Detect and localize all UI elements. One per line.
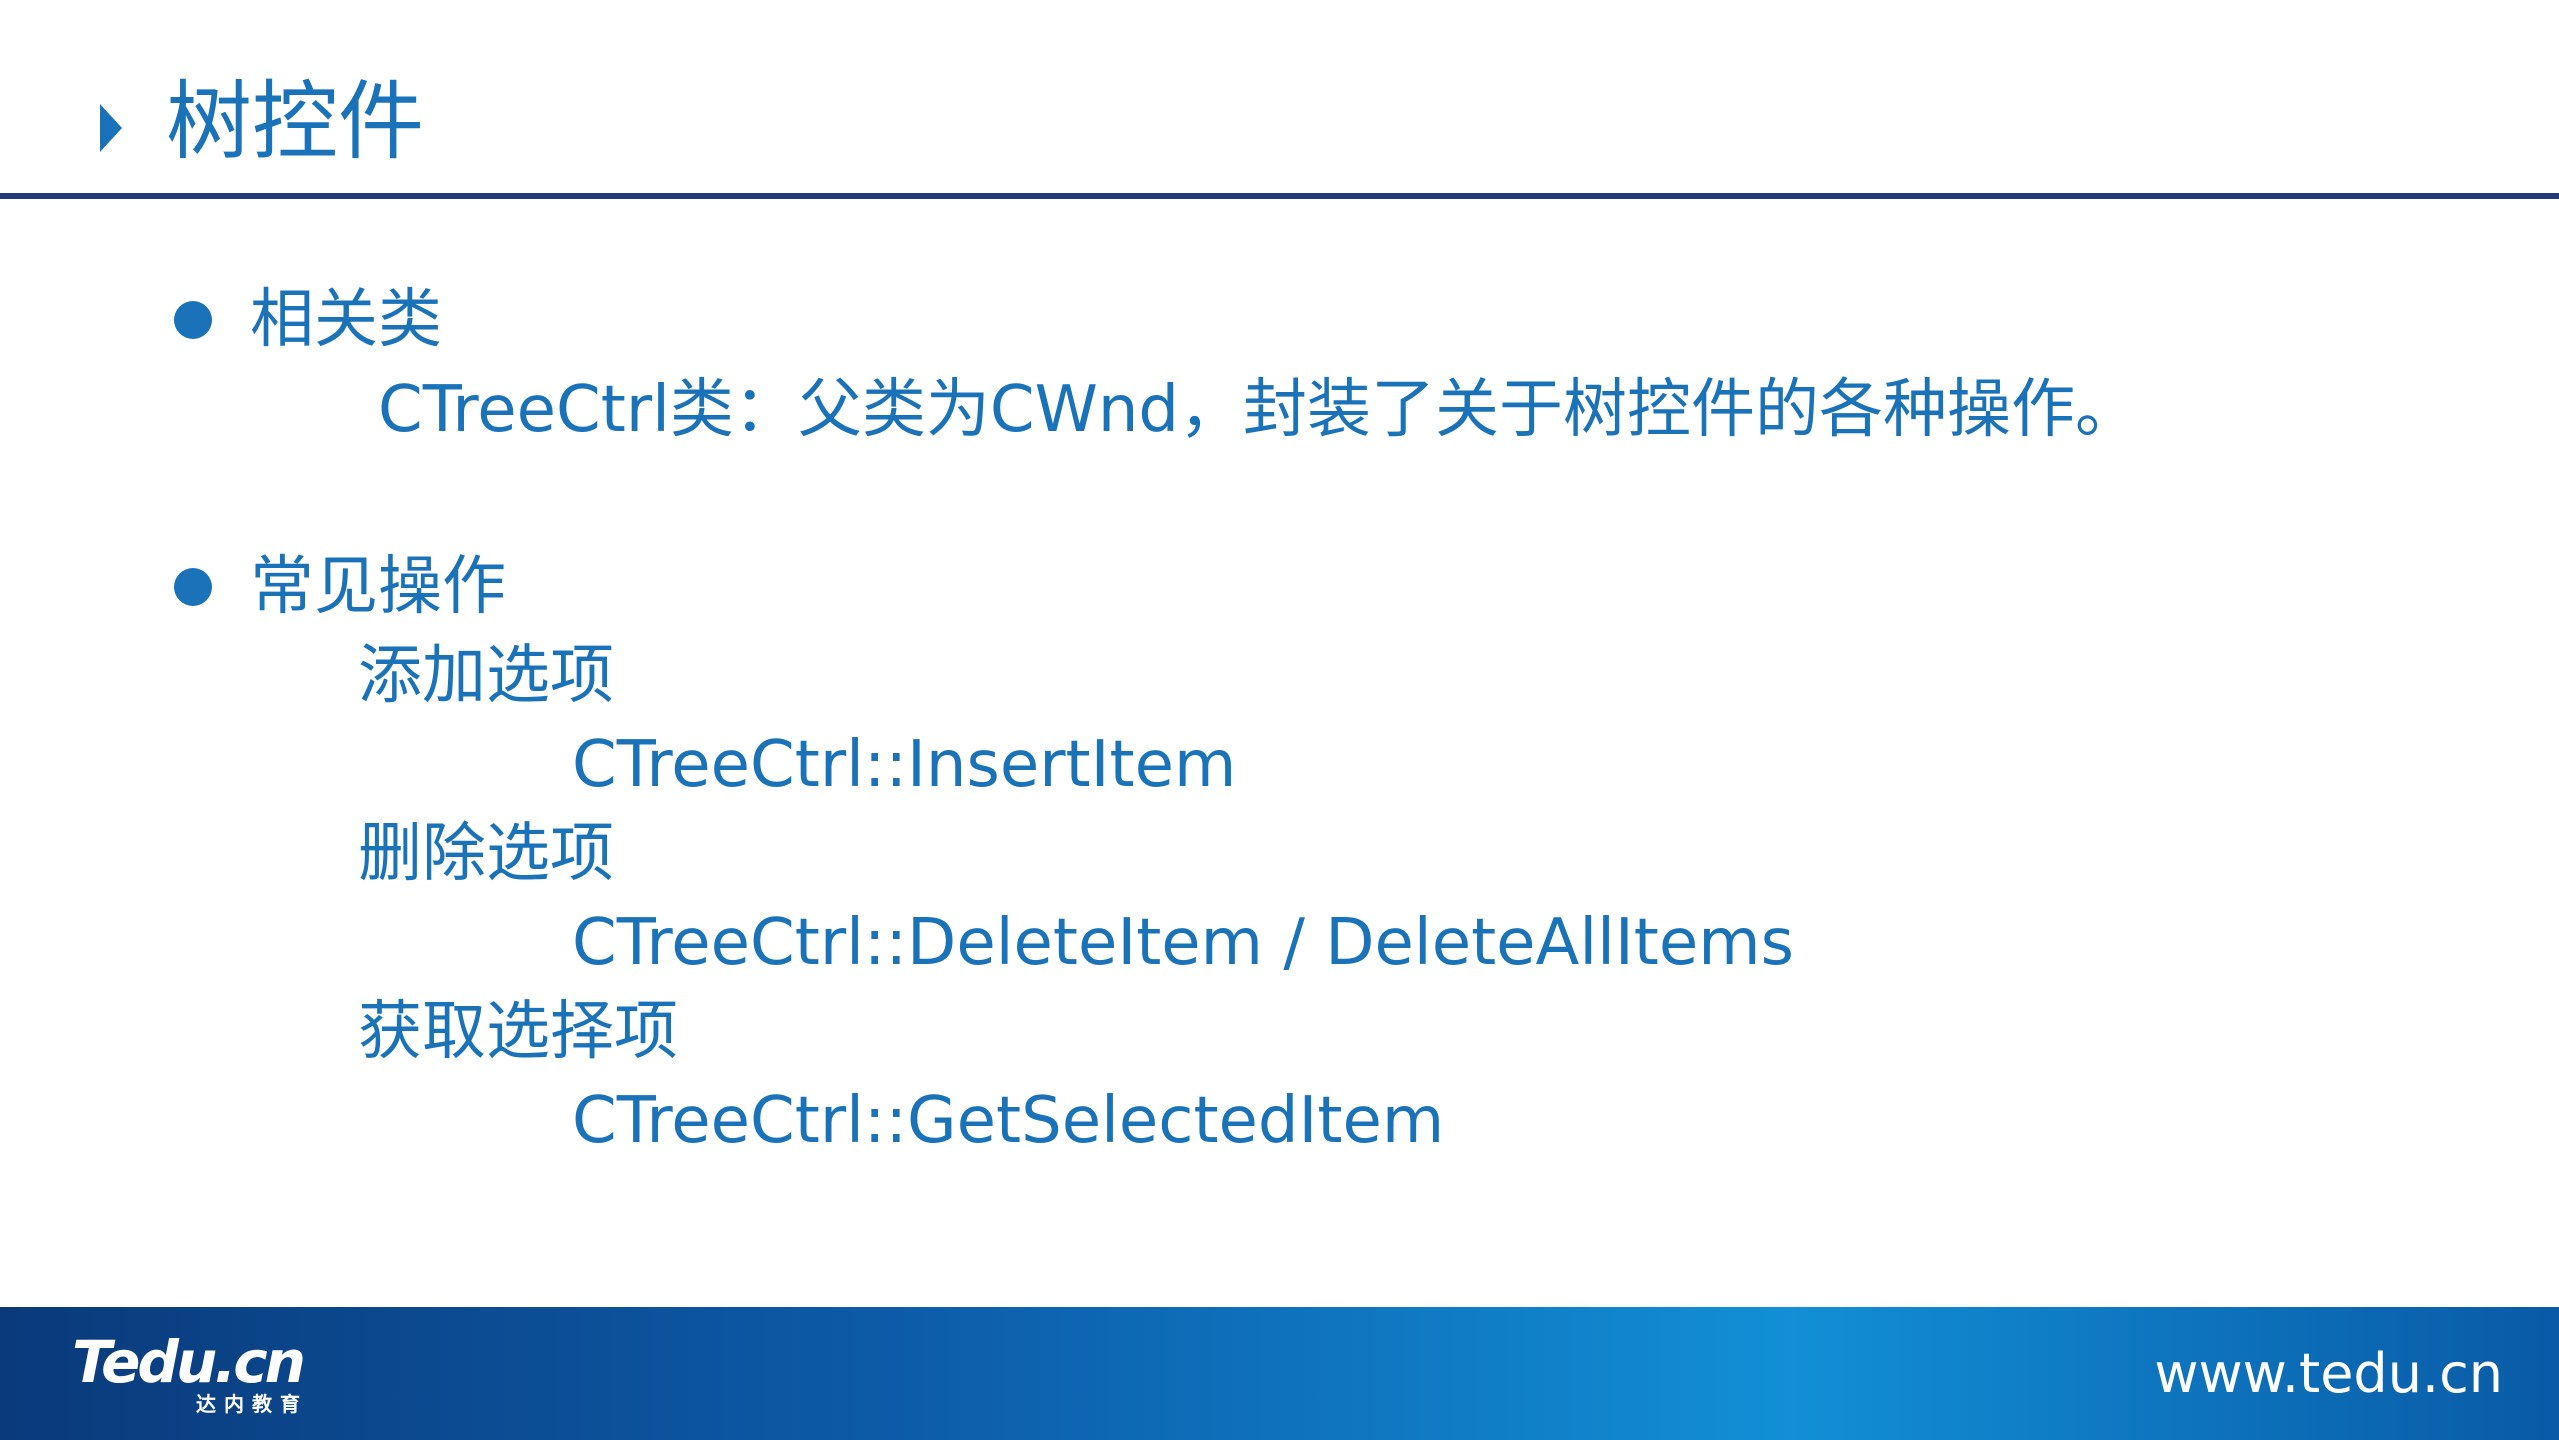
operation-name: 删除选项 [358,817,614,891]
tedu-logo-subtitle: 达内教育 [196,1392,308,1416]
title-bar: 树控件 [0,0,2559,196]
section-heading: 相关类 [250,283,442,357]
operation-method: CTreeCtrl::DeleteItem / DeleteAllItems [572,906,1794,980]
footer-url: www.tedu.cn [2154,1342,2503,1405]
operation-name: 获取选择项 [358,995,678,1069]
section-text-line: CTreeCtrl类：父类为CWnd，封装了关于树控件的各种操作。 [378,373,2140,447]
title-divider [0,193,2559,199]
triangle-right-icon [100,104,122,152]
bullet-dot-icon [174,568,212,606]
slide: 树控件 相关类 CTreeCtrl类：父类为CWnd，封装了关于树控件的各种操作… [0,0,2559,1440]
footer-banner: Tedu.cn 达内教育 www.tedu.cn [0,1307,2559,1440]
slide-title: 树控件 [166,72,424,172]
operation-method: CTreeCtrl::InsertItem [572,728,1237,802]
operation-method: CTreeCtrl::GetSelectedItem [572,1084,1445,1158]
bullet-dot-icon [174,301,212,339]
tedu-logo: Tedu.cn [72,1328,306,1396]
section-heading: 常见操作 [250,550,506,624]
operation-name: 添加选项 [358,639,614,713]
